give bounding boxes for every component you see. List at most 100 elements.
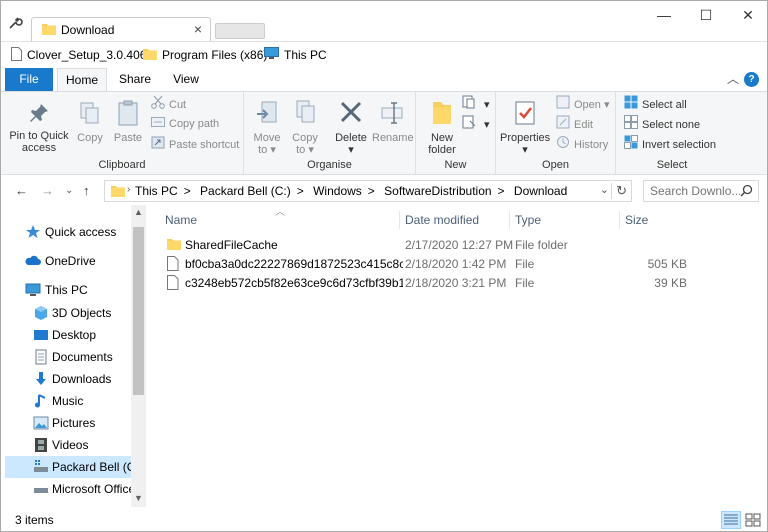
ribbon-tabs: File Home Share View ︿ ? — [1, 68, 767, 92]
favorite-program-files[interactable]: Program Files (x86) — [143, 47, 267, 65]
forward-arrow-icon[interactable]: → — [41, 183, 54, 198]
search-input[interactable] — [650, 182, 740, 200]
tab-share[interactable]: Share — [111, 68, 159, 92]
select-none-button[interactable]: Select none — [624, 115, 700, 133]
nav-item-documents[interactable]: Documents — [5, 346, 131, 368]
nav-item-desktop[interactable]: Desktop — [5, 324, 131, 346]
drive-icon — [33, 459, 49, 475]
new-folder-button[interactable]: New folder — [422, 100, 462, 156]
delete-x-icon — [332, 100, 370, 129]
rename-button[interactable]: Rename — [372, 100, 414, 144]
nav-item-videos[interactable]: Videos — [5, 434, 131, 456]
new-tab-button[interactable] — [215, 23, 265, 39]
tab-title: Download — [61, 23, 115, 37]
history-icon — [556, 135, 570, 155]
nav-scrollbar[interactable]: ▲ ▼ — [131, 205, 146, 507]
copy-to-button[interactable]: Copy to ▾ — [288, 100, 322, 156]
maximize-button[interactable]: ☐ — [691, 6, 721, 26]
copy-path-button[interactable]: Copy path — [151, 115, 219, 133]
breadcrumb-drive[interactable]: Packard Bell (C:) — [200, 184, 291, 198]
download-arrow-icon — [33, 371, 49, 387]
search-icon[interactable] — [740, 184, 753, 200]
table-row[interactable]: bf0cba3a0dc22227869d1872523c415c8ca... 2… — [165, 254, 725, 274]
monitor-icon — [264, 47, 279, 64]
close-button[interactable]: ✕ — [733, 6, 763, 26]
minimize-button[interactable]: — — [649, 6, 679, 26]
clipboard-group-label: Clipboard — [98, 159, 146, 171]
address-box[interactable]: › This PC > Packard Bell (C:) > Windows > S… — [104, 180, 632, 202]
column-header-type[interactable]: Type — [515, 211, 541, 229]
nav-item-this-pc[interactable]: This PC — [5, 279, 131, 301]
history-button[interactable]: History — [556, 135, 608, 153]
select-all-button[interactable]: Select all — [624, 95, 687, 113]
select-all-icon — [624, 95, 638, 115]
pin-to-quick-access-button[interactable]: Pin to Quick access — [7, 102, 71, 154]
edit-button[interactable]: Edit — [556, 115, 593, 133]
nav-item-microsoft-office[interactable]: Microsoft Office — [5, 478, 131, 500]
new-item-button[interactable]: ▾ — [462, 95, 490, 113]
column-header-name[interactable]: Name — [165, 211, 197, 229]
tab-download[interactable]: Download × — [31, 17, 211, 41]
address-dropdown-icon[interactable]: ⌄ — [600, 183, 609, 196]
breadcrumb-download[interactable]: Download — [514, 184, 567, 198]
large-icons-view-icon — [745, 513, 761, 527]
table-row[interactable]: SharedFileCache 2/17/2020 12:27 PM File … — [165, 235, 725, 255]
organise-group: Move to ▾ Copy to ▾ Delete ▾ Rename Organis… — [244, 92, 416, 174]
nav-item-downloads[interactable]: Downloads — [5, 368, 131, 390]
scroll-thumb[interactable] — [133, 227, 144, 395]
breadcrumb-separator: > — [497, 184, 505, 198]
invert-selection-button[interactable]: Invert selection — [624, 135, 716, 153]
tab-file[interactable]: File — [5, 68, 53, 91]
nav-item-packard-bell[interactable]: Packard Bell (C:) — [5, 456, 131, 478]
nav-item-pictures[interactable]: Pictures — [5, 412, 131, 434]
details-view-button[interactable] — [721, 511, 741, 529]
column-divider[interactable] — [399, 211, 400, 229]
breadcrumb-windows[interactable]: Windows — [313, 184, 362, 198]
ribbon: Pin to Quick access Copy Paste Cut Copy p… — [1, 91, 767, 175]
open-button[interactable]: Open ▾ — [556, 95, 610, 113]
drive-icon — [33, 481, 49, 497]
column-header-size[interactable]: Size — [625, 211, 648, 229]
cut-button[interactable]: Cut — [151, 95, 186, 113]
file-date: 2/17/2020 12:27 PM — [405, 238, 513, 252]
new-folder-icon — [422, 100, 462, 129]
properties-button[interactable]: Properties ▾ — [500, 100, 550, 156]
nav-item-quick-access[interactable]: Quick access — [5, 221, 131, 243]
wrench-icon[interactable] — [7, 15, 23, 31]
paste-shortcut-button[interactable]: Paste shortcut — [151, 135, 239, 153]
cloud-icon — [25, 253, 41, 269]
delete-button[interactable]: Delete ▾ — [332, 100, 370, 156]
paste-button[interactable]: Paste — [111, 100, 145, 144]
breadcrumb: This PC > Packard Bell (C:) > Windows > Sof… — [135, 184, 573, 198]
breadcrumb-software-distribution[interactable]: SoftwareDistribution — [384, 184, 491, 198]
column-divider[interactable] — [509, 211, 510, 229]
copy-button[interactable]: Copy — [73, 102, 107, 144]
nav-item-music[interactable]: Music — [5, 390, 131, 412]
nav-item-onedrive[interactable]: OneDrive — [5, 250, 131, 272]
recent-locations-icon[interactable]: ⌄ — [65, 185, 73, 196]
tab-home[interactable]: Home — [57, 68, 107, 92]
search-box[interactable] — [643, 180, 759, 202]
up-arrow-icon[interactable]: ↑ — [83, 183, 90, 198]
favorite-this-pc[interactable]: This PC — [264, 47, 327, 65]
column-header-date[interactable]: Date modified — [405, 211, 479, 229]
breadcrumb-this-pc[interactable]: This PC — [135, 184, 178, 198]
collapse-ribbon-icon[interactable]: ︿ — [727, 70, 739, 87]
help-icon[interactable]: ? — [744, 72, 759, 87]
tab-close-button[interactable]: × — [194, 21, 202, 37]
move-to-button[interactable]: Move to ▾ — [250, 100, 284, 156]
refresh-icon[interactable]: ↻ — [611, 183, 627, 199]
scroll-up-icon[interactable]: ▲ — [131, 207, 146, 217]
back-arrow-icon[interactable]: ← — [15, 183, 28, 198]
file-date: 2/18/2020 1:42 PM — [405, 257, 507, 271]
copy-icon — [73, 102, 107, 129]
table-row[interactable]: c3248eb572cb5f82e63ce9c6d73cfbf39b10... … — [165, 273, 725, 293]
scroll-down-icon[interactable]: ▼ — [131, 493, 146, 503]
large-icons-view-button[interactable] — [743, 511, 763, 529]
column-divider[interactable] — [619, 211, 620, 229]
favorite-clover-setup[interactable]: Clover_Setup_3.0.406 — [11, 47, 146, 65]
file-type: File — [515, 276, 535, 290]
tab-view[interactable]: View — [163, 68, 209, 92]
easy-access-button[interactable]: ▾ — [462, 115, 490, 133]
nav-item-3d-objects[interactable]: 3D Objects — [5, 302, 131, 324]
